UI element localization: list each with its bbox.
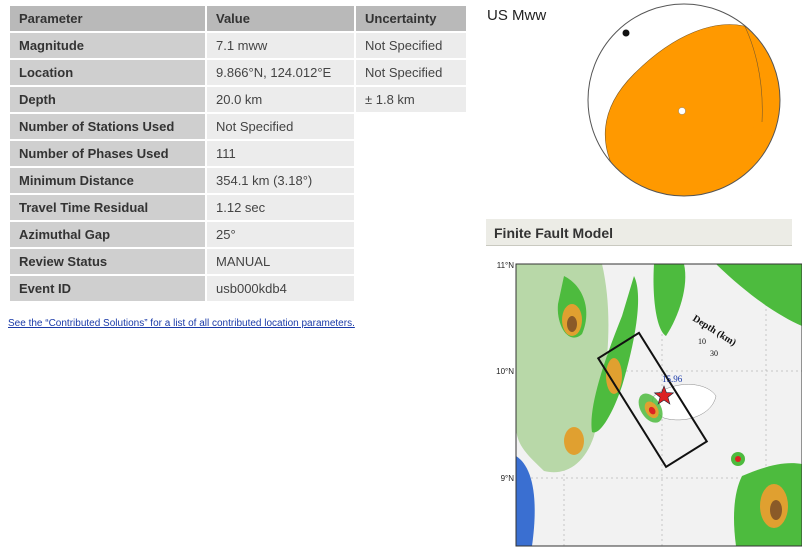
param-name: Azimuthal Gap <box>10 222 205 247</box>
param-value: 1.12 sec <box>207 195 354 220</box>
param-name: Event ID <box>10 276 205 301</box>
table-row: Number of Stations Used Not Specified <box>10 114 466 139</box>
param-name: Location <box>10 60 205 85</box>
param-name: Number of Stations Used <box>10 114 205 139</box>
empty-cell <box>356 249 466 274</box>
param-value: 354.1 km (3.18°) <box>207 168 354 193</box>
land-summit-mindanao <box>770 500 782 520</box>
empty-cell <box>356 114 466 139</box>
table-row: Minimum Distance 354.1 km (3.18°) <box>10 168 466 193</box>
finite-fault-title: Finite Fault Model <box>494 225 613 241</box>
slip-max-label: 15.96 <box>662 374 683 384</box>
param-value: 9.866°N, 124.012°E <box>207 60 354 85</box>
param-name: Number of Phases Used <box>10 141 205 166</box>
table-row: Azimuthal Gap 25° <box>10 222 466 247</box>
param-name: Review Status <box>10 249 205 274</box>
param-name: Travel Time Residual <box>10 195 205 220</box>
table-row: Magnitude 7.1 mww Not Specified <box>10 33 466 58</box>
t-axis-marker <box>678 107 686 115</box>
param-value: usb000kdb4 <box>207 276 354 301</box>
empty-cell <box>356 276 466 301</box>
param-name: Minimum Distance <box>10 168 205 193</box>
param-uncertainty: ± 1.8 km <box>356 87 466 112</box>
param-name: Magnitude <box>10 33 205 58</box>
param-value: 20.0 km <box>207 87 354 112</box>
param-value: Not Specified <box>207 114 354 139</box>
param-value: 25° <box>207 222 354 247</box>
lat-label-9n: 9°N <box>501 474 515 483</box>
param-uncertainty: Not Specified <box>356 33 466 58</box>
depth-tick-30: 30 <box>710 349 718 358</box>
table-row: Number of Phases Used 111 <box>10 141 466 166</box>
parameter-table: Parameter Value Uncertainty Magnitude 7.… <box>8 4 468 303</box>
lat-label-11n: 11°N <box>497 261 515 270</box>
table-row: Event ID usb000kdb4 <box>10 276 466 301</box>
land-islet-peak <box>735 456 741 462</box>
table-row: Location 9.866°N, 124.012°E Not Specifie… <box>10 60 466 85</box>
empty-cell <box>356 168 466 193</box>
header-uncertainty: Uncertainty <box>356 6 466 31</box>
table-row: Depth 20.0 km ± 1.8 km <box>10 87 466 112</box>
land-summit-west <box>567 316 577 332</box>
table-row: Travel Time Residual 1.12 sec <box>10 195 466 220</box>
land-peak-southwest <box>564 427 584 455</box>
param-uncertainty: Not Specified <box>356 60 466 85</box>
beachball-diagram[interactable] <box>586 2 782 198</box>
depth-tick-10: 10 <box>698 337 706 346</box>
finite-fault-header: Finite Fault Model <box>486 219 792 246</box>
param-value: MANUAL <box>207 249 354 274</box>
finite-fault-map[interactable]: 15.96 Depth (km) 10 30 11°N 10°N 9°N <box>484 256 802 548</box>
empty-cell <box>356 195 466 220</box>
p-axis-marker <box>622 29 630 37</box>
empty-cell <box>356 141 466 166</box>
table-row: Review Status MANUAL <box>10 249 466 274</box>
param-name: Depth <box>10 87 205 112</box>
table-header-row: Parameter Value Uncertainty <box>10 6 466 31</box>
empty-cell <box>356 222 466 247</box>
lat-label-10n: 10°N <box>496 367 514 376</box>
param-value: 7.1 mww <box>207 33 354 58</box>
header-value: Value <box>207 6 354 31</box>
param-value: 111 <box>207 141 354 166</box>
header-parameter: Parameter <box>10 6 205 31</box>
moment-tensor-label: US Mww <box>487 7 547 24</box>
contributed-solutions-link[interactable]: See the “Contributed Solutions” for a li… <box>8 318 355 329</box>
